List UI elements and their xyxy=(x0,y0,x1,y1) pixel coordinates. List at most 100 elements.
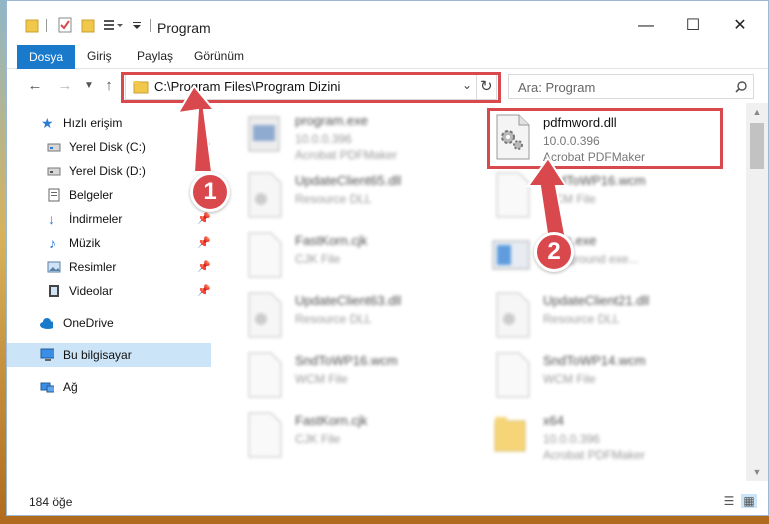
file-type: Resource DLL xyxy=(295,312,372,326)
sidebar-item-label: Videolar xyxy=(69,284,113,298)
navigation-pane: ★ Hızlı erişim Yerel Disk (C:) 📌 Yerel D… xyxy=(7,103,217,481)
up-button[interactable]: ↑ xyxy=(99,75,119,97)
list-item[interactable]: Exec.exe background exe... xyxy=(491,231,731,291)
sidebar-item-label: Müzik xyxy=(69,236,101,250)
star-icon: ★ xyxy=(41,115,54,131)
sidebar-item-label: Belgeler xyxy=(69,188,114,202)
search-box[interactable]: Ara: Program xyxy=(508,74,754,99)
sidebar-item-label: Yerel Disk (C:) xyxy=(69,140,146,154)
close-button[interactable]: ✕ xyxy=(717,11,763,41)
drive-icon xyxy=(47,167,61,176)
sidebar-item-disk-c[interactable]: Yerel Disk (C:) 📌 xyxy=(7,135,211,159)
dll-file-icon xyxy=(248,172,282,218)
sidebar-item-pictures[interactable]: Resimler 📌 xyxy=(7,255,211,279)
dll-file-icon xyxy=(496,292,530,338)
sidebar-item-label: Resimler xyxy=(69,260,117,274)
list-item[interactable]: SndToWP16.wcm WCM File xyxy=(491,171,731,231)
drive-icon xyxy=(47,143,61,152)
file-type: CJK File xyxy=(295,252,341,266)
quick-access-dropdown-icon[interactable] xyxy=(131,17,143,35)
explorer-window: Program — ☐ ✕ Dosya Giriş Paylaş Görünüm… xyxy=(6,0,769,516)
back-button[interactable]: ← xyxy=(25,75,45,97)
sidebar-item-onedrive[interactable]: OneDrive xyxy=(7,311,211,335)
pin-icon[interactable]: 📌 xyxy=(197,279,211,303)
window-title: Program xyxy=(157,20,211,36)
file-type: WCM File xyxy=(295,372,348,386)
sidebar-item-label: Hızlı erişim xyxy=(63,116,123,130)
tab-file[interactable]: Dosya xyxy=(17,45,75,69)
scrollbar-thumb[interactable] xyxy=(750,123,764,169)
recent-locations-button[interactable]: ▼ xyxy=(79,75,99,97)
list-item[interactable]: SndToWP14.wcm WCM File xyxy=(491,351,731,411)
tab-view[interactable]: Görünüm xyxy=(194,46,244,67)
generic-file-icon xyxy=(496,172,530,218)
pin-icon[interactable]: 📌 xyxy=(197,255,211,279)
title-bar: Program — ☐ ✕ xyxy=(7,1,768,41)
properties-icon[interactable] xyxy=(57,17,73,35)
network-icon xyxy=(40,382,54,393)
tab-home[interactable]: Giriş xyxy=(87,46,112,67)
list-item[interactable]: FastKorn.cjk CJK File xyxy=(243,411,483,471)
file-name: SndToWP16.wcm xyxy=(295,353,398,368)
list-item[interactable]: program.exe 10.0.0.396 Acrobat PDFMaker xyxy=(243,111,483,171)
navigation-bar: ← → ▼ ↑ C:\Program Files\Program Dizini … xyxy=(7,69,768,103)
cloud-icon xyxy=(40,318,53,329)
list-item[interactable]: FastKorn.cjk CJK File xyxy=(243,231,483,291)
arrow-up-icon: ↑ xyxy=(105,77,113,94)
customize-toolbar-icon[interactable] xyxy=(103,17,125,35)
file-type: Resource DLL xyxy=(543,312,620,326)
maximize-icon: ☐ xyxy=(685,17,701,34)
file-name: UpdateClient63.dll xyxy=(295,293,402,308)
file-name: program.exe xyxy=(295,113,368,128)
sidebar-item-documents[interactable]: Belgeler xyxy=(7,183,211,207)
minimize-button[interactable]: — xyxy=(623,11,669,41)
file-name: SndToWP14.wcm xyxy=(543,353,646,368)
large-icons-view-icon[interactable]: ▦ xyxy=(741,494,757,508)
list-item[interactable]: UpdateClient21.dll Resource DLL xyxy=(491,291,731,351)
new-folder-icon[interactable] xyxy=(81,17,95,35)
scroll-up-icon[interactable]: ▲ xyxy=(746,103,768,121)
file-highlight-box xyxy=(487,108,723,169)
file-type: WCM File xyxy=(543,372,596,386)
status-bar: 184 öğe ☰ ▦ xyxy=(7,487,768,515)
sidebar-item-downloads[interactable]: ↓ İndirmeler 📌 xyxy=(7,207,211,231)
file-name: x64 xyxy=(543,413,564,428)
close-icon: ✕ xyxy=(733,17,747,34)
file-type: Resource DLL xyxy=(295,192,372,206)
sidebar-item-network[interactable]: Ağ xyxy=(7,375,211,399)
minimize-icon: — xyxy=(638,17,654,34)
sidebar-item-disk-d[interactable]: Yerel Disk (D:) xyxy=(7,159,211,183)
chevron-down-icon: ▼ xyxy=(84,80,94,91)
maximize-button[interactable]: ☐ xyxy=(670,11,716,41)
file-name: UpdateClient21.dll xyxy=(543,293,650,308)
film-icon xyxy=(49,285,59,297)
sidebar-item-quick-access[interactable]: ★ Hızlı erişim xyxy=(7,111,211,135)
sidebar-item-music[interactable]: ♪ Müzik 📌 xyxy=(7,231,211,255)
list-item[interactable]: SndToWP16.wcm WCM File xyxy=(243,351,483,411)
list-item[interactable]: UpdateClient63.dll Resource DLL xyxy=(243,291,483,351)
file-name: UpdateClient65.dll xyxy=(295,173,402,188)
sidebar-item-label: OneDrive xyxy=(63,316,114,330)
forward-button[interactable]: → xyxy=(55,75,75,97)
arrow-right-icon: → xyxy=(57,77,73,94)
sidebar-item-label: İndirmeler xyxy=(69,212,123,226)
sidebar-item-label: Bu bilgisayar xyxy=(63,348,132,362)
sidebar-item-videos[interactable]: Videolar 📌 xyxy=(7,279,211,303)
scroll-down-icon[interactable]: ▼ xyxy=(746,463,768,481)
file-name: FastKorn.cjk xyxy=(295,233,368,248)
list-item[interactable]: x64 10.0.0.396 Acrobat PDFMaker xyxy=(491,411,731,471)
vertical-scrollbar[interactable]: ▲ ▼ xyxy=(746,103,768,481)
pin-icon[interactable]: 📌 xyxy=(197,231,211,255)
file-type: CJK File xyxy=(295,432,341,446)
download-arrow-icon: ↓ xyxy=(48,211,55,227)
details-view-icon[interactable]: ☰ xyxy=(721,494,737,508)
search-input[interactable]: Ara: Program xyxy=(518,80,595,95)
generic-file-icon xyxy=(248,412,282,458)
arrow-left-icon: ← xyxy=(27,77,43,94)
tab-share[interactable]: Paylaş xyxy=(137,46,173,67)
list-item[interactable]: UpdateClient65.dll Resource DLL xyxy=(243,171,483,231)
sidebar-item-this-pc[interactable]: Bu bilgisayar xyxy=(7,343,211,367)
step-marker-2: 2 xyxy=(534,232,574,272)
pin-icon[interactable]: 📌 xyxy=(197,135,211,159)
file-description: Acrobat PDFMaker xyxy=(543,448,646,462)
